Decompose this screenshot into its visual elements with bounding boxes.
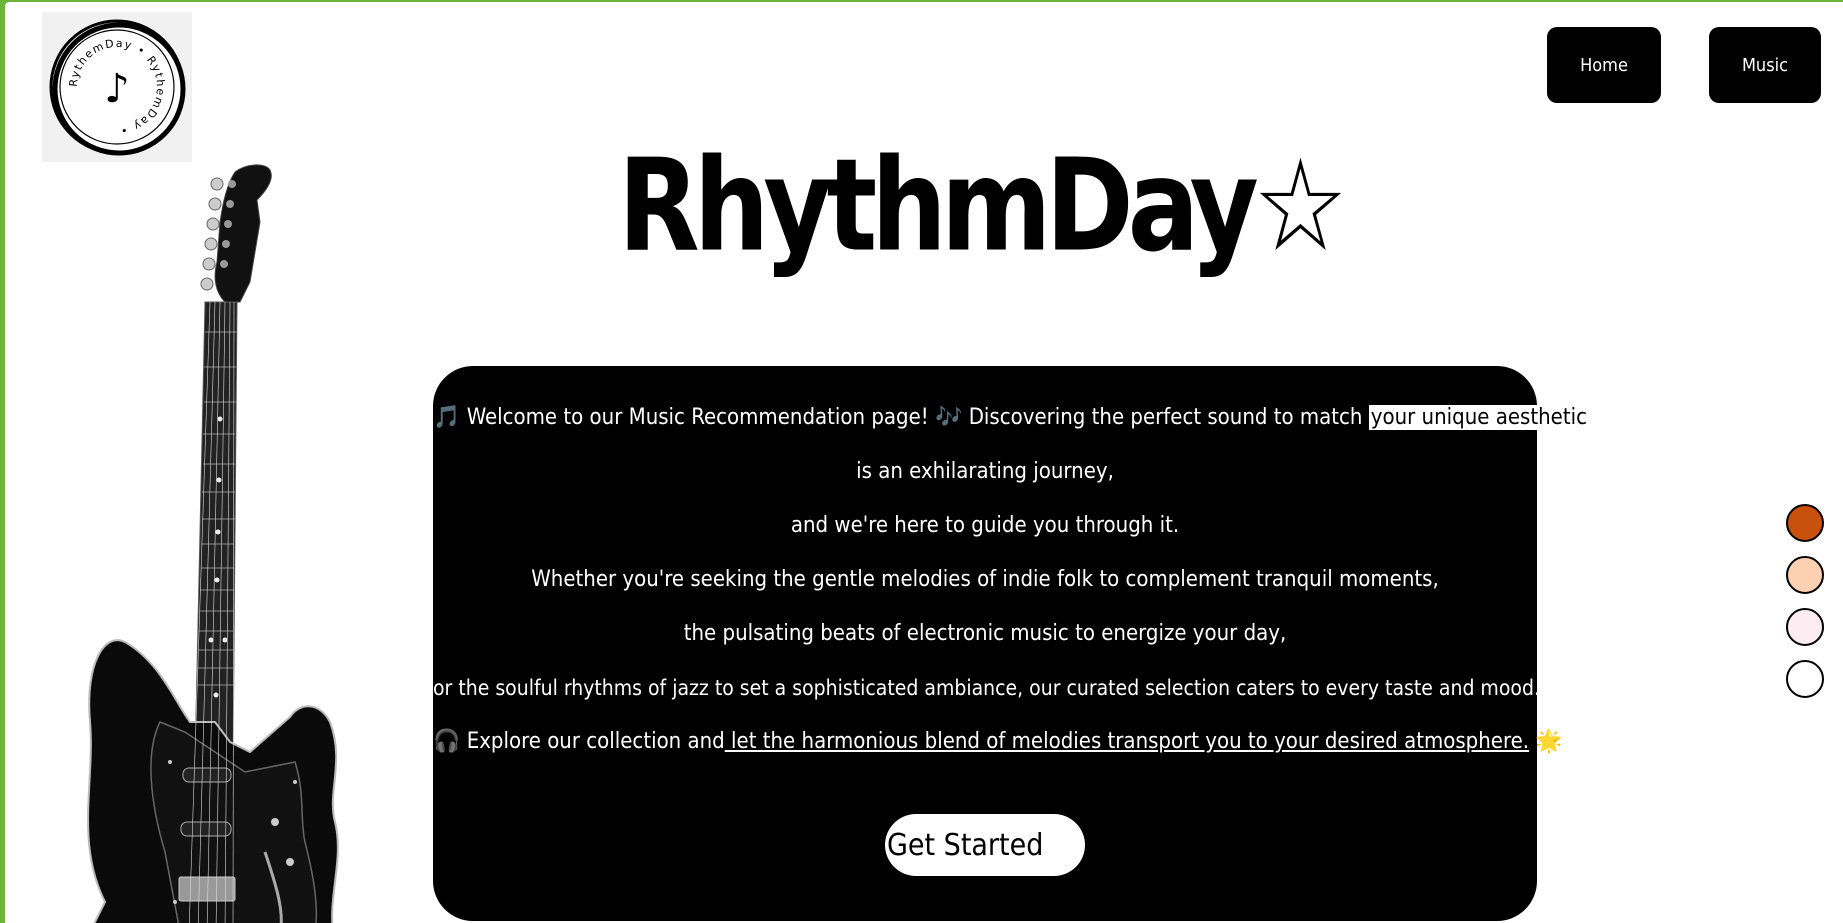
welcome-line-4: Whether you're seeking the gentle melodi…: [531, 567, 1439, 592]
swatch-peach[interactable]: [1786, 556, 1824, 594]
nav-home-button[interactable]: Home: [1547, 27, 1661, 103]
music-notes-icon: 🎶: [935, 405, 963, 430]
welcome-line-6: or the soulful rhythms of jazz to set a …: [433, 676, 1540, 700]
welcome-line-2: is an exhilarating journey,: [856, 459, 1114, 484]
music-note-icon: ♪: [104, 66, 130, 112]
underlined-text: let the harmonious blend of melodies tra…: [724, 729, 1530, 754]
welcome-line-7: 🎧 Explore our collection and let the har…: [433, 727, 1563, 757]
swatch-burnt-orange[interactable]: [1786, 504, 1824, 542]
highlighted-text: your unique aesthetic: [1368, 405, 1589, 430]
music-note-icon: 🎵: [433, 405, 461, 430]
welcome-card: 🎵 Welcome to our Music Recommendation pa…: [433, 366, 1589, 921]
welcome-text: Discovering the perfect sound to match: [962, 405, 1369, 430]
page: RythemDay • RythemDay • ♪ Home Music Rhy…: [5, 2, 1843, 923]
welcome-line-3: and we're here to guide you through it.: [790, 513, 1180, 538]
get-started-button[interactable]: Get Started: [885, 814, 1085, 876]
welcome-text: Welcome to our Music Recommendation page…: [460, 405, 935, 430]
welcome-text: Explore our collection and: [460, 729, 725, 754]
welcome-line-1: 🎵 Welcome to our Music Recommendation pa…: [433, 403, 1589, 433]
nav-music-button[interactable]: Music: [1709, 27, 1821, 103]
sparkle-icon: 🌟: [1535, 729, 1563, 754]
welcome-line-5: the pulsating beats of electronic music …: [683, 621, 1287, 646]
headphones-icon: 🎧: [433, 729, 461, 754]
swatch-white[interactable]: [1786, 660, 1824, 698]
swatch-blush[interactable]: [1786, 608, 1824, 646]
electric-guitar-image: [87, 164, 339, 923]
